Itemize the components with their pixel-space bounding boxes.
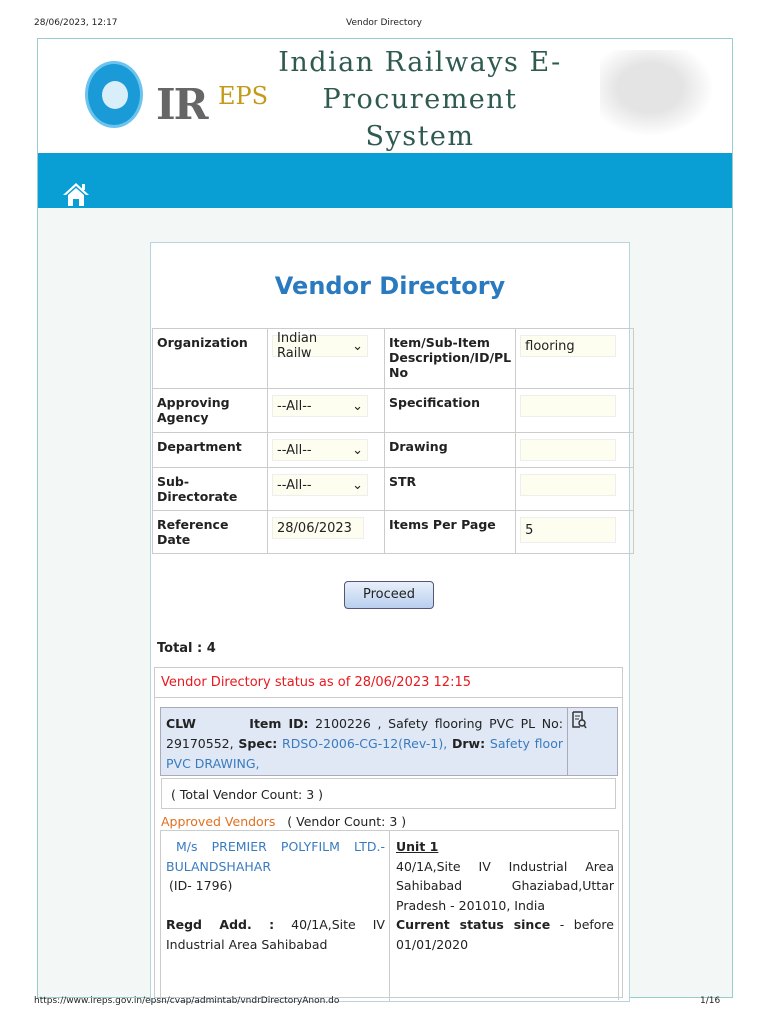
regd-address-label: Regd Add. : xyxy=(166,917,275,932)
drawing-input[interactable] xyxy=(520,439,617,461)
indian-railways-seal-logo xyxy=(85,61,143,128)
search-form: Organization Indian Railw ⌄ Item/Sub-Item… xyxy=(152,328,635,554)
item-input[interactable]: flooring xyxy=(520,335,617,357)
home-icon[interactable] xyxy=(62,181,90,211)
unit-label: Unit 1 xyxy=(396,839,439,854)
str-label: STR xyxy=(383,467,517,511)
specification-input[interactable] xyxy=(520,395,617,417)
total-vendor-count: ( Total Vendor Count: 3 ) xyxy=(161,778,616,809)
specification-label: Specification xyxy=(383,388,517,433)
item-id: 2100226 , xyxy=(315,716,382,731)
department-label: Department xyxy=(152,432,268,468)
approving-agency-select[interactable]: --All-- ⌄ xyxy=(272,395,368,417)
unit-address: 40/1A,Site IV Industrial Area Sahibabad … xyxy=(396,858,614,913)
chevron-down-icon: ⌄ xyxy=(352,398,363,414)
status-line: Vendor Directory status as of 28/06/2023… xyxy=(154,667,623,698)
vendor-table: M/s PREMIER POLYFILM LTD.-BULANDSHAHAR (… xyxy=(160,830,619,1001)
drawing-label: Drawing xyxy=(383,432,517,468)
item-row: CLW Item ID: 2100226 , Safety flooring P… xyxy=(160,707,618,776)
spec-label: Spec: xyxy=(238,736,278,751)
world-map-graphic xyxy=(600,50,725,145)
str-input[interactable] xyxy=(520,474,617,496)
organization-label: Organization xyxy=(152,328,268,389)
ireps-logo-ir: IR xyxy=(156,80,209,129)
approving-agency-label: Approving Agency xyxy=(152,388,268,433)
organization-select[interactable]: Indian Railw ⌄ xyxy=(272,331,368,361)
item-org: CLW xyxy=(166,716,196,731)
approved-vendors-label: Approved Vendors xyxy=(161,814,276,829)
vendor-count: ( Vendor Count: 3 ) xyxy=(287,814,407,829)
items-per-page-label: Items Per Page xyxy=(383,510,517,554)
chevron-down-icon: ⌄ xyxy=(352,442,363,458)
document-search-icon[interactable] xyxy=(571,711,587,733)
sub-directorate-label: Sub-Directorate xyxy=(152,467,268,511)
vendor-id: (ID- 1796) xyxy=(169,878,233,893)
item-label: Item/Sub-Item Description/ID/PL No xyxy=(383,328,517,389)
department-select[interactable]: --All-- ⌄ xyxy=(272,439,368,461)
page-title: Vendor Directory xyxy=(274,272,506,300)
spec-link[interactable]: RDSO-2006-CG-12(Rev-1), xyxy=(282,736,447,751)
print-page-number: 1/16 xyxy=(700,996,721,1006)
sub-directorate-select[interactable]: --All-- ⌄ xyxy=(272,474,368,496)
reference-date-label: Reference Date xyxy=(152,510,268,554)
reference-date-input[interactable]: 28/06/2023 xyxy=(272,517,364,539)
site-title: Indian Railways E-Procurement System xyxy=(278,47,562,152)
item-id-label: Item ID: xyxy=(249,716,309,731)
ireps-logo-eps: EPS xyxy=(218,82,269,110)
chevron-down-icon: ⌄ xyxy=(352,477,363,493)
nav-bar xyxy=(38,153,732,208)
proceed-button[interactable]: Proceed xyxy=(344,581,434,609)
items-per-page-input[interactable]: 5 xyxy=(520,517,617,543)
drawing-label-text: Drw: xyxy=(452,736,486,751)
chevron-down-icon: ⌄ xyxy=(352,338,363,354)
print-title: Vendor Directory xyxy=(346,18,422,28)
current-status-label: Current status since xyxy=(396,917,551,932)
vendor-name-link[interactable]: M/s PREMIER POLYFILM LTD.-BULANDSHAHAR xyxy=(166,839,385,874)
total-count: Total : 4 xyxy=(157,641,216,656)
print-url: https://www.ireps.gov.in/epsn/cvap/admin… xyxy=(34,996,340,1006)
